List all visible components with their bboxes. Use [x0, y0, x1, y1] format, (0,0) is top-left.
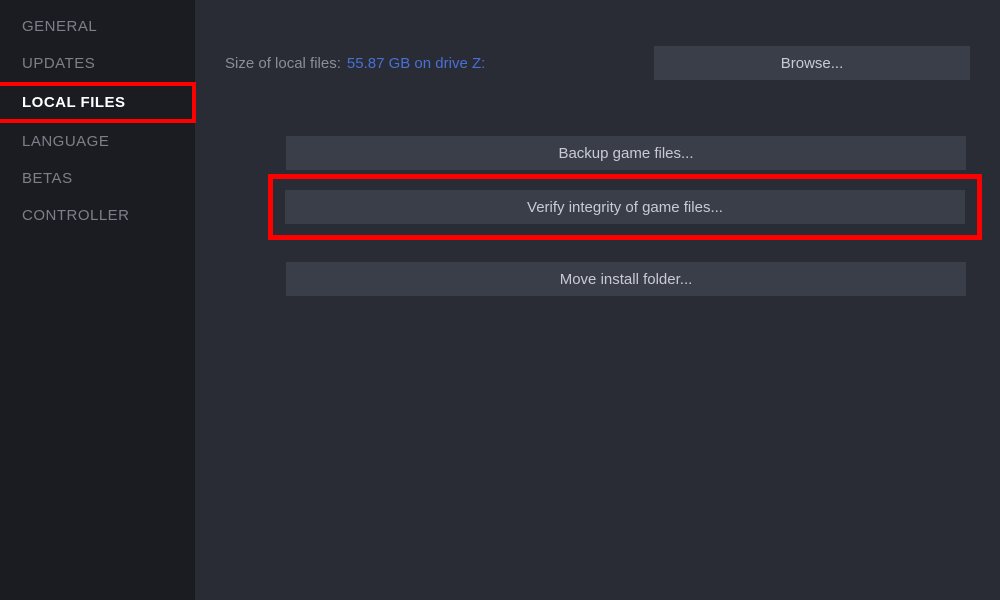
sidebar-item-betas[interactable]: BETAS [0, 160, 195, 197]
backup-button-label: Backup game files... [558, 145, 693, 162]
sidebar-item-language[interactable]: LANGUAGE [0, 123, 195, 160]
size-value: 55.87 GB on drive Z: [347, 55, 485, 72]
verify-integrity-button[interactable]: Verify integrity of game files... [285, 190, 965, 224]
sidebar-item-label: LOCAL FILES [22, 94, 126, 111]
sidebar-item-general[interactable]: GENERAL [0, 8, 195, 45]
backup-game-files-button[interactable]: Backup game files... [286, 136, 966, 170]
sidebar-item-label: UPDATES [22, 55, 95, 72]
sidebar-item-controller[interactable]: CONTROLLER [0, 197, 195, 234]
sidebar-item-label: CONTROLLER [22, 207, 130, 224]
spacer [225, 244, 970, 262]
local-files-size-row: Size of local files: 55.87 GB on drive Z… [225, 46, 970, 80]
sidebar: GENERAL UPDATES LOCAL FILES LANGUAGE BET… [0, 0, 195, 600]
sidebar-item-updates[interactable]: UPDATES [0, 45, 195, 82]
verify-highlight: Verify integrity of game files... [268, 174, 982, 240]
move-install-folder-button[interactable]: Move install folder... [286, 262, 966, 296]
content-panel: Size of local files: 55.87 GB on drive Z… [195, 0, 1000, 600]
browse-button[interactable]: Browse... [654, 46, 970, 80]
verify-button-label: Verify integrity of game files... [527, 199, 723, 216]
move-button-label: Move install folder... [560, 271, 693, 288]
browse-button-label: Browse... [781, 55, 844, 72]
sidebar-item-label: GENERAL [22, 18, 97, 35]
sidebar-item-label: LANGUAGE [22, 133, 109, 150]
sidebar-item-local-files[interactable]: LOCAL FILES [0, 82, 196, 123]
sidebar-item-label: BETAS [22, 170, 73, 187]
size-label: Size of local files: [225, 55, 341, 72]
